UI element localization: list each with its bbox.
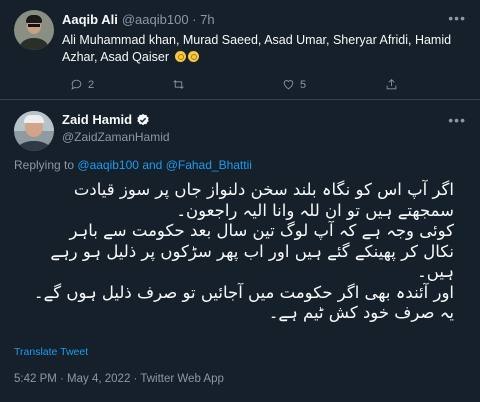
retweet-icon [173,80,184,89]
tweet-line: نکال کر پھینکے گئے ہیں اور اب پھر سڑکوں … [50,241,454,261]
replying-to: Replying to @aaqib100 and @Fahad_Bhattii [14,158,252,172]
tweet-text: Ali Muhammad khan, Murad Saeed, Asad Uma… [62,33,452,64]
tweet-line: اگر آپ اس کو نگاہ بلند سخن دلنواز جاں پر… [73,180,454,199]
tweet-text: اگر آپ اس کو نگاہ بلند سخن دلنواز جاں پر… [14,180,454,324]
author-name[interactable]: Aaqib Ali @aaqib100 · 7h [62,12,215,27]
tweet-line: ہیں۔ [417,262,454,281]
more-options-icon[interactable]: ••• [448,10,466,26]
verified-badge-icon [137,113,149,125]
reply-button[interactable]: 2 [70,78,94,91]
more-options-icon[interactable]: ••• [448,112,466,128]
share-button[interactable] [385,78,398,91]
replying-and[interactable]: and [142,158,162,172]
tweet-actions: 2 5 [70,78,450,94]
tweet-line: اور آئندہ بھی اگر حکومت میں آجائیں تو صر… [33,282,454,302]
avatar[interactable] [14,10,54,50]
tweet-timestamp[interactable]: 5:42 PM · May 4, 2022 · Twitter Web App [14,373,224,385]
reply-icon [71,79,82,90]
avatar[interactable] [14,111,54,151]
author-name[interactable]: Zaid Hamid [62,112,150,127]
like-button[interactable]: 5 [282,78,306,91]
tweet-time: 7h [200,12,215,27]
tweet-line: یہ صرف خود کش ٹیم ہے۔ [268,303,454,322]
ok-hand-icon [187,51,199,62]
translate-tweet-link[interactable]: Translate Tweet [14,346,88,358]
tweet-line: سمجھتے ہیں تو ان للہ وانا الیہ راجعون۔ [176,200,454,220]
heart-icon [283,80,294,90]
mention-link[interactable]: @aaqib100 [77,158,139,172]
author-handle[interactable]: @aaqib100 · 7h [122,12,215,27]
author-handle[interactable]: @ZaidZamanHamid [62,130,170,144]
share-icon [386,79,397,90]
parent-tweet[interactable]: Aaqib Ali @aaqib100 · 7h ••• Ali Muhammad… [0,0,480,100]
tweet-line: کوئی وجہ ہے کہ آپ لوگ تین سال بعد حکومت … [69,221,455,240]
retweet-button[interactable] [172,78,190,91]
ok-hand-icon [174,51,186,62]
mention-link[interactable]: @Fahad_Bhattii [166,158,252,172]
